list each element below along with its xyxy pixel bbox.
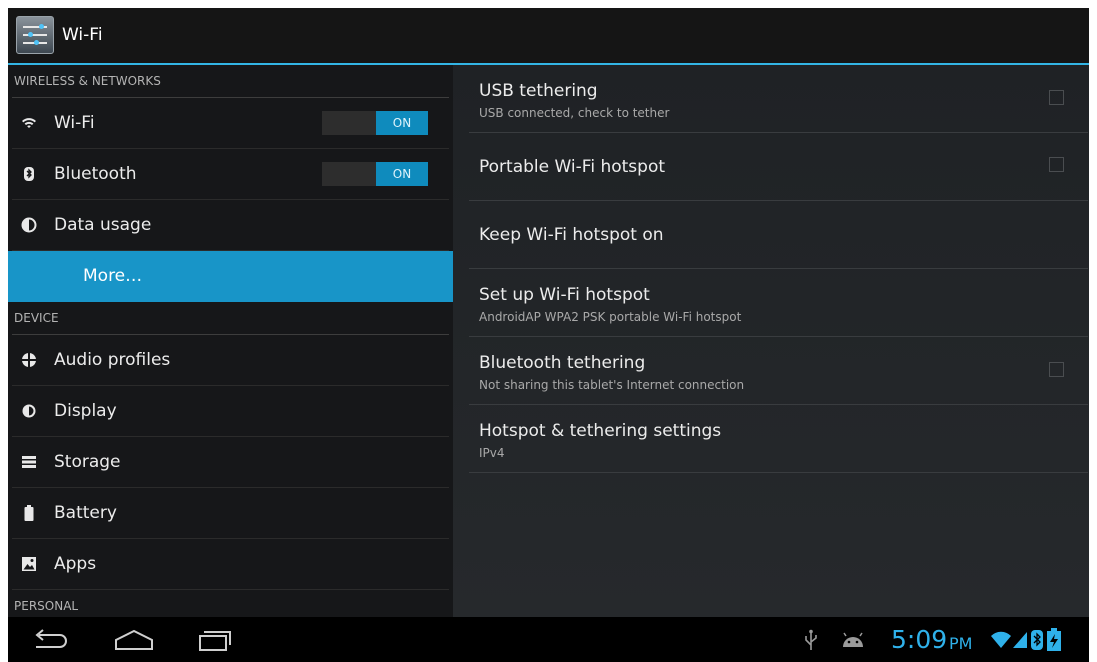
pref-summary: IPv4	[479, 446, 505, 460]
header-item-label: Storage	[54, 452, 121, 472]
wifi-icon	[22, 118, 36, 128]
portable-hotspot-pref[interactable]: Portable Wi-Fi hotspot	[469, 133, 1088, 201]
pref-summary: USB connected, check to tether	[479, 106, 670, 120]
android-debug-icon	[843, 632, 863, 647]
battery-charging-icon	[1047, 628, 1061, 651]
setup-hotspot-pref[interactable]: Set up Wi-Fi hotspot AndroidAP WPA2 PSK …	[469, 269, 1088, 337]
category-label: WIRELESS & NETWORKS	[14, 74, 161, 88]
cell-signal-icon	[1013, 632, 1027, 648]
pref-summary: Not sharing this tablet's Internet conne…	[479, 378, 745, 392]
bluetooth-status-icon	[1031, 630, 1043, 650]
status-clock: 5:09	[891, 625, 948, 654]
pref-title: Hotspot & tethering settings	[479, 421, 722, 441]
recent-apps-button[interactable]	[194, 627, 234, 653]
category-label: DEVICE	[14, 311, 59, 325]
system-bar: 5:09 PM	[8, 617, 1089, 662]
back-button[interactable]	[30, 627, 70, 653]
header-item-label: Display	[54, 401, 117, 421]
usb-tethering-pref[interactable]: USB tethering USB connected, check to te…	[469, 65, 1088, 133]
toggle-state: ON	[376, 111, 428, 135]
settings-headers-list[interactable]: WIRELESS & NETWORKS Wi-Fi ON Bluetooth O…	[8, 65, 453, 617]
header-item-storage[interactable]: Storage	[8, 437, 453, 488]
pref-title: Keep Wi-Fi hotspot on	[479, 225, 664, 245]
bluetooth-tethering-pref[interactable]: Bluetooth tethering Not sharing this tab…	[469, 337, 1088, 405]
header-item-data-usage[interactable]: Data usage	[8, 200, 453, 251]
header-item-label: Wi-Fi	[54, 113, 95, 133]
header-item-wifi[interactable]: Wi-Fi ON	[8, 98, 453, 149]
status-ampm: PM	[949, 634, 973, 653]
wifi-toggle[interactable]: ON	[322, 111, 428, 135]
header-item-label: Audio profiles	[54, 350, 171, 370]
wifi-signal-icon	[991, 631, 1011, 648]
home-button[interactable]	[112, 627, 156, 653]
header-item-label: Apps	[54, 554, 97, 574]
category-label: PERSONAL	[14, 599, 79, 613]
category-device: DEVICE	[8, 302, 453, 335]
usb-icon	[805, 629, 817, 650]
more-settings-panel[interactable]: USB tethering USB connected, check to te…	[453, 65, 1089, 617]
keep-hotspot-on-pref[interactable]: Keep Wi-Fi hotspot on	[469, 201, 1088, 269]
battery-icon	[24, 505, 34, 521]
header-item-more[interactable]: More…	[8, 251, 453, 302]
data-usage-icon	[21, 217, 37, 233]
header-item-apps[interactable]: Apps	[8, 539, 453, 590]
pref-title: USB tethering	[479, 81, 598, 101]
header-item-label: More…	[83, 266, 143, 286]
header-item-label: Battery	[54, 503, 117, 523]
bluetooth-toggle[interactable]: ON	[322, 162, 428, 186]
category-wireless-networks: WIRELESS & NETWORKS	[8, 65, 453, 98]
pref-title: Set up Wi-Fi hotspot	[479, 285, 650, 305]
header-item-audio-profiles[interactable]: Audio profiles	[8, 335, 453, 386]
portable-hotspot-checkbox[interactable]	[1049, 157, 1064, 172]
action-bar-title: Wi-Fi	[62, 25, 103, 45]
header-item-battery[interactable]: Battery	[8, 488, 453, 539]
pref-summary: AndroidAP WPA2 PSK portable Wi-Fi hotspo…	[479, 310, 742, 324]
bluetooth-icon	[24, 167, 34, 181]
hotspot-tethering-settings-pref[interactable]: Hotspot & tethering settings IPv4	[469, 405, 1088, 473]
bluetooth-tethering-checkbox[interactable]	[1049, 362, 1064, 377]
display-icon	[22, 404, 36, 418]
pref-title: Portable Wi-Fi hotspot	[479, 157, 666, 177]
toggle-state: ON	[376, 162, 428, 186]
header-item-bluetooth[interactable]: Bluetooth ON	[8, 149, 453, 200]
header-item-label: Data usage	[54, 215, 152, 235]
header-item-label: Bluetooth	[54, 164, 137, 184]
settings-sliders-icon[interactable]	[16, 16, 54, 54]
pref-title: Bluetooth tethering	[479, 353, 646, 373]
screen: Wi-Fi WIRELESS & NETWORKS Wi-Fi ON Bluet…	[8, 8, 1089, 662]
audio-profiles-icon	[21, 352, 37, 368]
divider	[469, 472, 1088, 473]
apps-icon	[22, 557, 36, 571]
storage-icon	[22, 456, 36, 468]
usb-tethering-checkbox[interactable]	[1049, 90, 1064, 105]
header-item-display[interactable]: Display	[8, 386, 453, 437]
action-bar: Wi-Fi	[8, 8, 1089, 65]
